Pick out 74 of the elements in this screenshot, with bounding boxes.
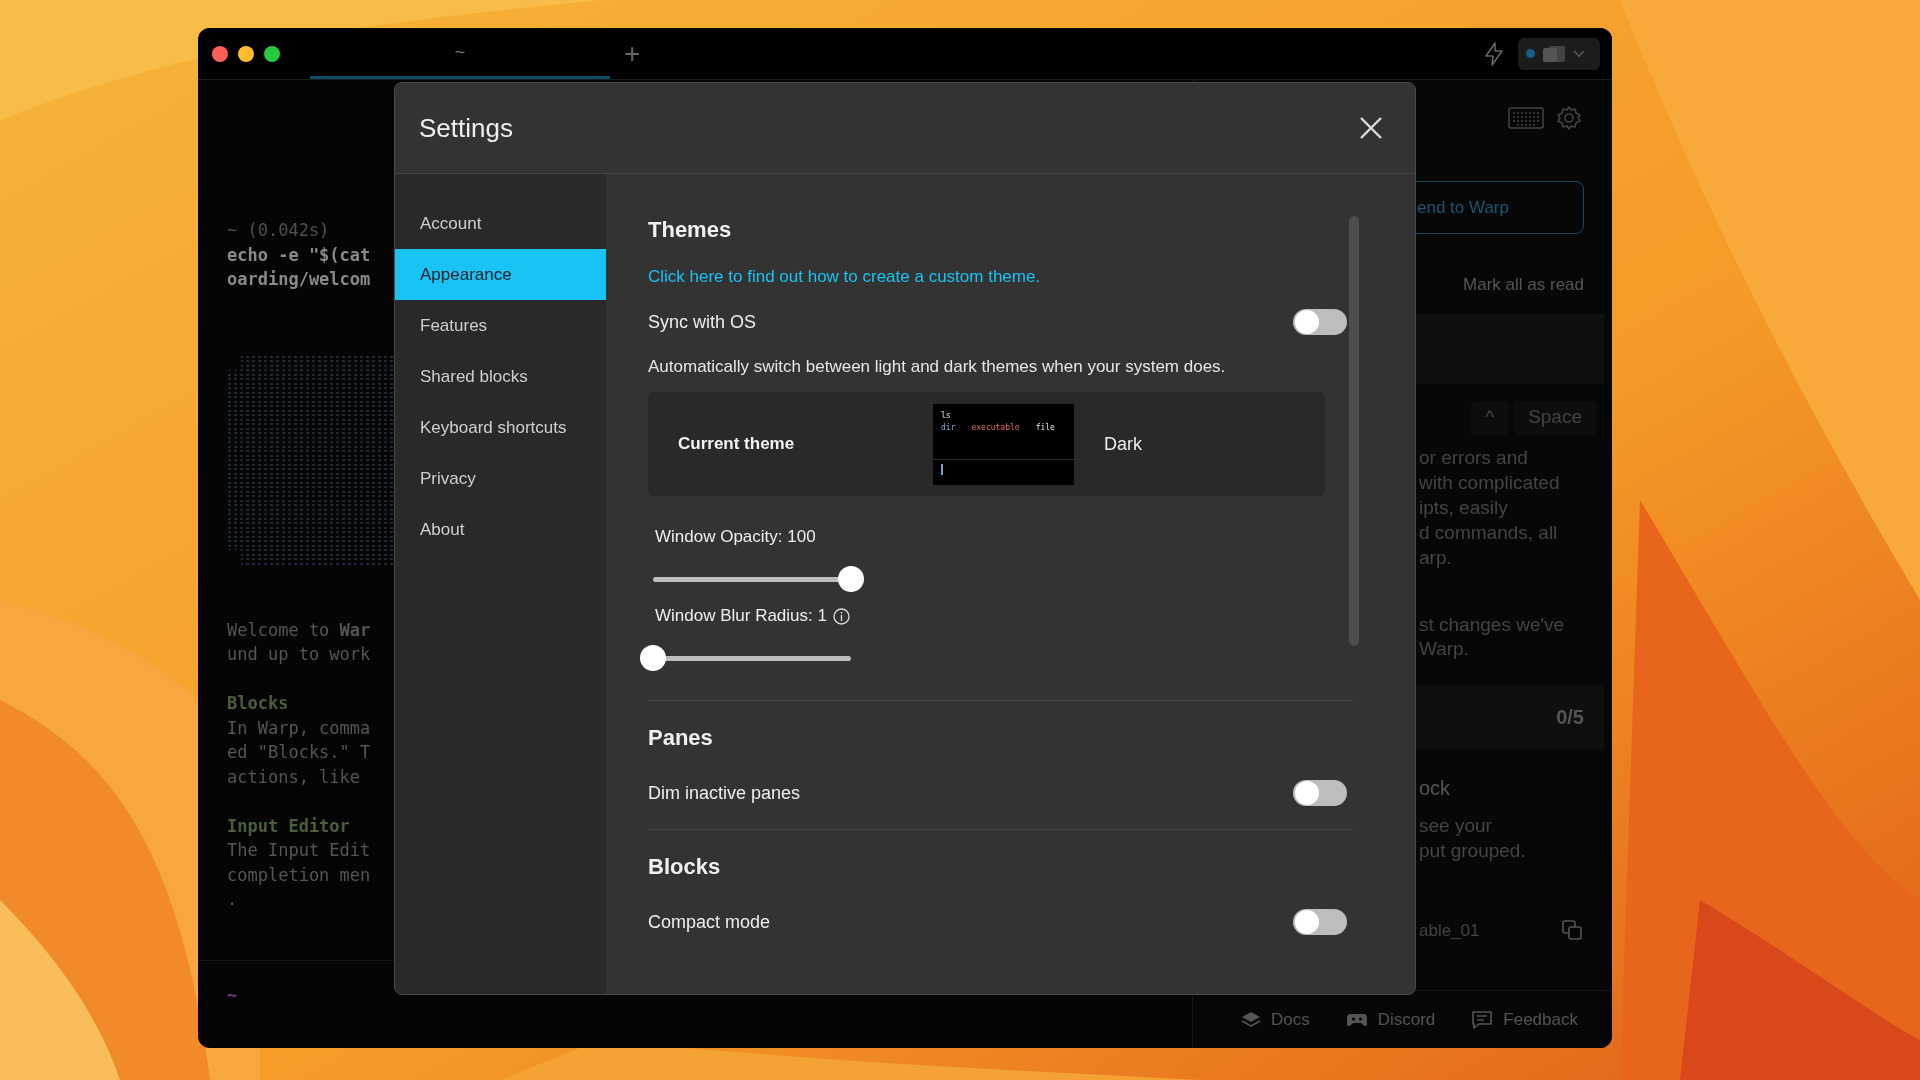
toggle-switch[interactable] bbox=[1293, 780, 1347, 806]
toggle-switch[interactable] bbox=[1293, 309, 1347, 335]
lightning-icon[interactable] bbox=[1484, 41, 1504, 66]
settings-nav-item[interactable]: Appearance bbox=[395, 249, 606, 300]
output-line: . bbox=[227, 888, 238, 911]
message-icon bbox=[1471, 1010, 1494, 1029]
close-icon[interactable] bbox=[1359, 116, 1383, 140]
slider-thumb[interactable] bbox=[838, 566, 864, 592]
new-tab-button[interactable]: + bbox=[624, 39, 641, 68]
settings-nav-item[interactable]: Privacy bbox=[395, 453, 606, 504]
info-icon[interactable] bbox=[832, 607, 850, 625]
progress-count: 0/5 bbox=[1556, 704, 1584, 730]
preview-text: dir bbox=[941, 421, 956, 434]
chevron-down-icon bbox=[1573, 49, 1585, 58]
terminal-heading: Blocks bbox=[227, 692, 289, 715]
setting-label: Dim inactive panes bbox=[648, 781, 801, 805]
text-line: with complicated bbox=[1419, 470, 1561, 495]
minimize-window-button[interactable] bbox=[238, 45, 254, 62]
dialog-title: Settings bbox=[419, 111, 513, 145]
preview-text: file bbox=[1035, 421, 1055, 434]
text-line: see your bbox=[1419, 813, 1493, 838]
text-line: or errors and bbox=[1419, 445, 1529, 470]
command-line: echo -e "$(cat bbox=[227, 243, 371, 267]
preview-text: ls bbox=[941, 410, 951, 420]
copy-icon[interactable] bbox=[1562, 920, 1582, 941]
section-heading: Blocks bbox=[648, 853, 722, 881]
toggle-switch[interactable] bbox=[1293, 909, 1347, 935]
theme-dropdown[interactable] bbox=[1518, 37, 1600, 70]
prompt-line: ~ (0.042s) bbox=[227, 219, 330, 242]
squares-icon bbox=[1541, 43, 1567, 64]
theme-name: Dark bbox=[1104, 432, 1142, 456]
text-line: put grouped. bbox=[1419, 838, 1527, 863]
theme-card[interactable]: Current theme ls dir executable file Dark bbox=[648, 392, 1325, 496]
setting-label: Compact mode bbox=[648, 910, 771, 934]
slider-label: Window Opacity: 100 bbox=[655, 526, 816, 549]
scrollbar[interactable] bbox=[1349, 216, 1359, 646]
section-heading: Panes bbox=[648, 724, 714, 752]
output-line: completion men bbox=[227, 863, 371, 887]
text-line: ipts, easily bbox=[1419, 495, 1509, 520]
settings-nav-item[interactable]: Features bbox=[395, 300, 606, 351]
task-title: ock bbox=[1419, 776, 1451, 799]
command-line: oarding/welcom bbox=[227, 268, 371, 291]
output-line: Welcome to War bbox=[227, 618, 371, 642]
output-line: actions, like bbox=[227, 765, 361, 789]
output-line: In Warp, comma bbox=[227, 716, 371, 740]
custom-theme-link[interactable]: Click here to find out how to create a custom theme. bbox=[648, 264, 1041, 290]
close-window-button[interactable] bbox=[212, 45, 228, 62]
text-line: d commands, all bbox=[1419, 520, 1559, 545]
settings-nav-item[interactable]: Keyboard shortcuts bbox=[395, 402, 606, 453]
settings-nav-item[interactable]: About bbox=[395, 504, 606, 555]
cursor-icon bbox=[941, 463, 943, 475]
settings-nav-item[interactable]: Shared blocks bbox=[395, 351, 606, 402]
terminal-tab[interactable]: ~ bbox=[310, 28, 610, 79]
snippet-name: able_01 bbox=[1419, 919, 1480, 942]
terminal-heading: Input Editor bbox=[227, 814, 350, 838]
slider-label: Window Blur Radius: 1 bbox=[655, 605, 827, 628]
text-line: st changes we've bbox=[1419, 612, 1566, 637]
maximize-window-button[interactable] bbox=[264, 45, 280, 62]
setting-description: Automatically switch between light and dark themes when your system does. bbox=[648, 356, 1226, 379]
output-line: The Input Edit bbox=[227, 839, 371, 862]
prompt-symbol: ~ bbox=[227, 985, 238, 1005]
text-line: arp. bbox=[1419, 545, 1453, 570]
text-line: Warp. bbox=[1419, 636, 1470, 661]
game-controller-icon bbox=[1345, 1011, 1368, 1028]
section-heading: Themes bbox=[648, 216, 733, 244]
setting-label: Sync with OS bbox=[648, 310, 757, 334]
settings-nav-item[interactable]: Account bbox=[395, 198, 606, 249]
key-cap: ^ bbox=[1471, 400, 1509, 435]
preview-text: executable bbox=[971, 421, 1020, 434]
output-line: ed "Blocks." T bbox=[227, 741, 371, 764]
theme-card-label: Current theme bbox=[678, 433, 796, 456]
output-line: und up to work bbox=[227, 643, 371, 666]
layers-icon bbox=[1240, 1010, 1261, 1029]
slider-thumb[interactable] bbox=[640, 645, 666, 671]
